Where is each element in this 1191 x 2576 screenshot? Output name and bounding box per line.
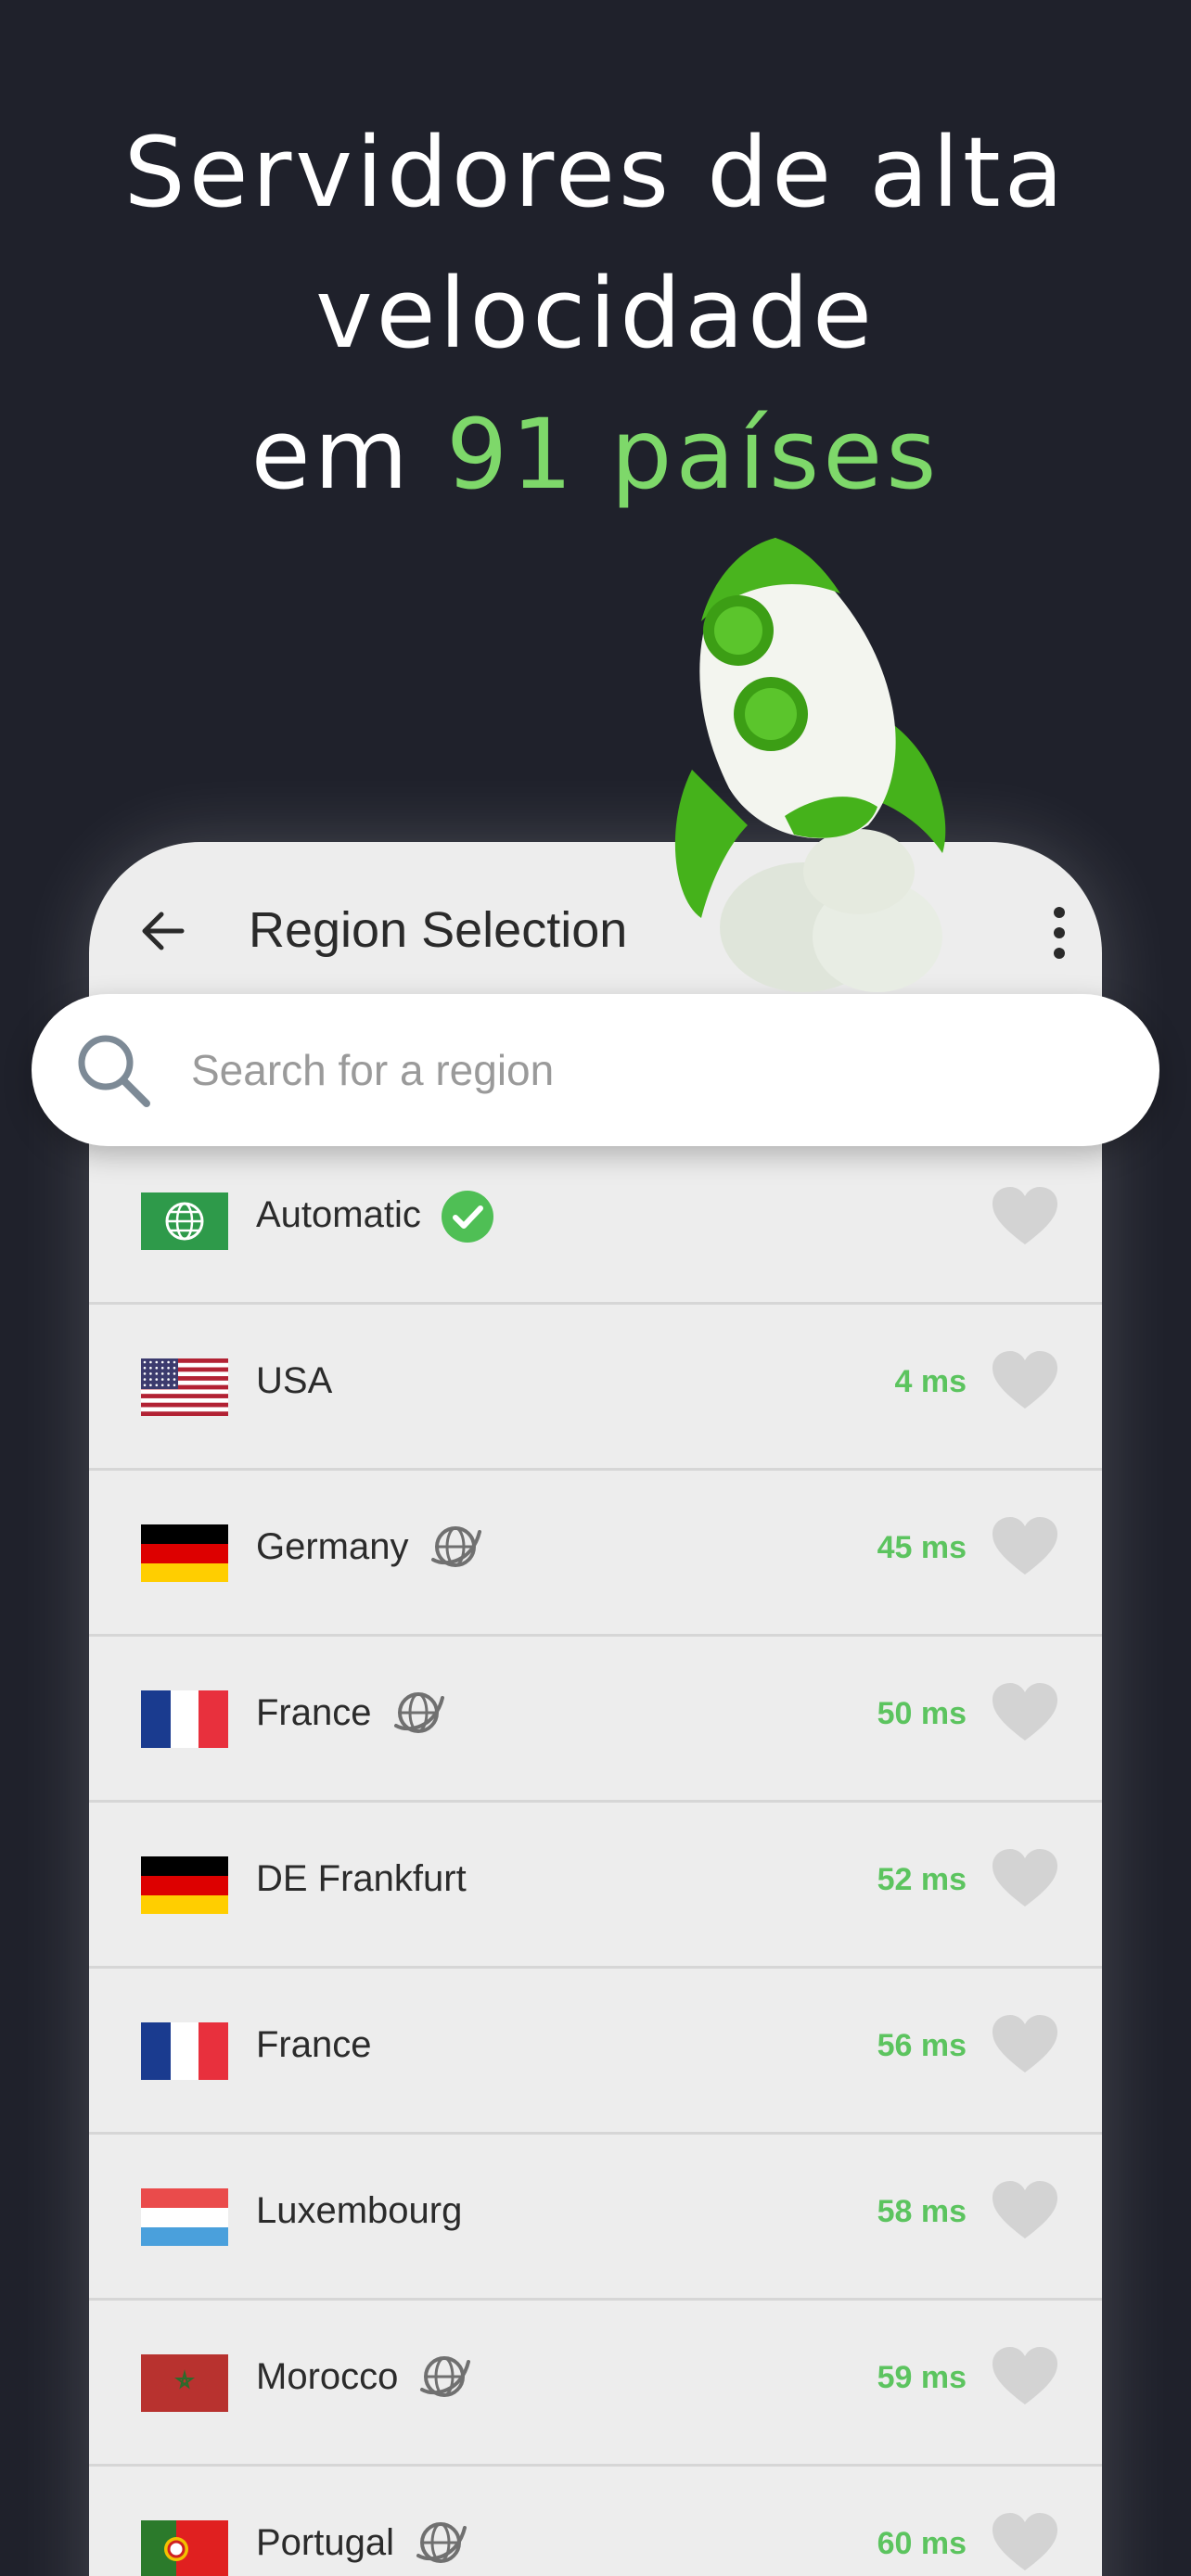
favorite-heart-icon[interactable]	[991, 2013, 1059, 2076]
region-name: Luxembourg	[256, 2190, 463, 2231]
headline-accent: 91 países	[445, 398, 941, 511]
flag-pt-icon	[141, 2520, 228, 2576]
latency-label: 60 ms	[877, 2526, 967, 2561]
region-row[interactable]: USA 4 ms	[89, 1305, 1102, 1471]
flag-fr-icon	[141, 1690, 228, 1748]
headline: Servidores de alta velocidade em 91 país…	[0, 102, 1191, 525]
region-row[interactable]: DE Frankfurt 52 ms	[89, 1803, 1102, 1969]
latency-label: 59 ms	[877, 2360, 967, 2395]
search-icon	[72, 1029, 154, 1111]
flag-globe-icon	[141, 1192, 228, 1250]
headline-line-3: em 91 países	[0, 384, 1191, 525]
flag-ma-icon	[141, 2354, 228, 2412]
region-row[interactable]: France 50 ms	[89, 1637, 1102, 1803]
page-title: Region Selection	[249, 902, 628, 958]
flag-de-icon	[141, 1524, 228, 1582]
favorite-heart-icon[interactable]	[991, 1349, 1059, 1412]
favorite-heart-icon[interactable]	[991, 1185, 1059, 1248]
streaming-globe-icon	[391, 1685, 446, 1741]
region-row[interactable]: France 56 ms	[89, 1969, 1102, 2135]
region-row[interactable]: Germany 45 ms	[89, 1471, 1102, 1637]
latency-label: 52 ms	[877, 1862, 967, 1897]
favorite-heart-icon[interactable]	[991, 2511, 1059, 2574]
more-options-icon[interactable]	[1048, 907, 1070, 959]
region-name: Portugal	[256, 2522, 394, 2563]
region-name: Morocco	[256, 2356, 399, 2397]
headline-line-1: Servidores de alta	[123, 116, 1068, 229]
flag-us-icon	[141, 1358, 228, 1416]
back-arrow-icon[interactable]	[135, 903, 191, 959]
streaming-globe-icon	[413, 2515, 468, 2570]
region-name: France	[256, 2024, 372, 2065]
headline-line-2: velocidade	[315, 257, 876, 370]
flag-lu-icon	[141, 2188, 228, 2246]
favorite-heart-icon[interactable]	[991, 2345, 1059, 2408]
streaming-globe-icon	[416, 2349, 472, 2404]
favorite-heart-icon[interactable]	[991, 2179, 1059, 2242]
favorite-heart-icon[interactable]	[991, 1515, 1059, 1578]
flag-de-icon	[141, 1856, 228, 1914]
region-name: France	[256, 1692, 372, 1733]
region-row[interactable]: Automatic	[89, 1148, 1102, 1305]
latency-label: 58 ms	[877, 2194, 967, 2229]
latency-label: 50 ms	[877, 1696, 967, 1731]
latency-label: 56 ms	[877, 2028, 967, 2063]
region-name: Germany	[256, 1526, 409, 1567]
region-row[interactable]: Luxembourg 58 ms	[89, 2135, 1102, 2301]
region-row[interactable]: Portugal 60 ms	[89, 2467, 1102, 2576]
region-row[interactable]: Morocco 59 ms	[89, 2301, 1102, 2467]
region-name: USA	[256, 1360, 333, 1401]
headline-prefix: em	[250, 398, 446, 511]
region-list: Automatic USA 4 ms Germany 45 ms France 50 ms D…	[89, 1148, 1102, 2576]
region-name: Automatic	[256, 1194, 421, 1235]
flag-fr-icon	[141, 2022, 228, 2080]
region-name: DE Frankfurt	[256, 1858, 467, 1899]
latency-label: 45 ms	[877, 1530, 967, 1565]
rocket-illustration	[664, 529, 998, 1048]
favorite-heart-icon[interactable]	[991, 1847, 1059, 1910]
latency-label: 4 ms	[894, 1364, 967, 1399]
streaming-globe-icon	[428, 1519, 483, 1575]
favorite-heart-icon[interactable]	[991, 1681, 1059, 1744]
selected-check-icon	[440, 1189, 495, 1244]
